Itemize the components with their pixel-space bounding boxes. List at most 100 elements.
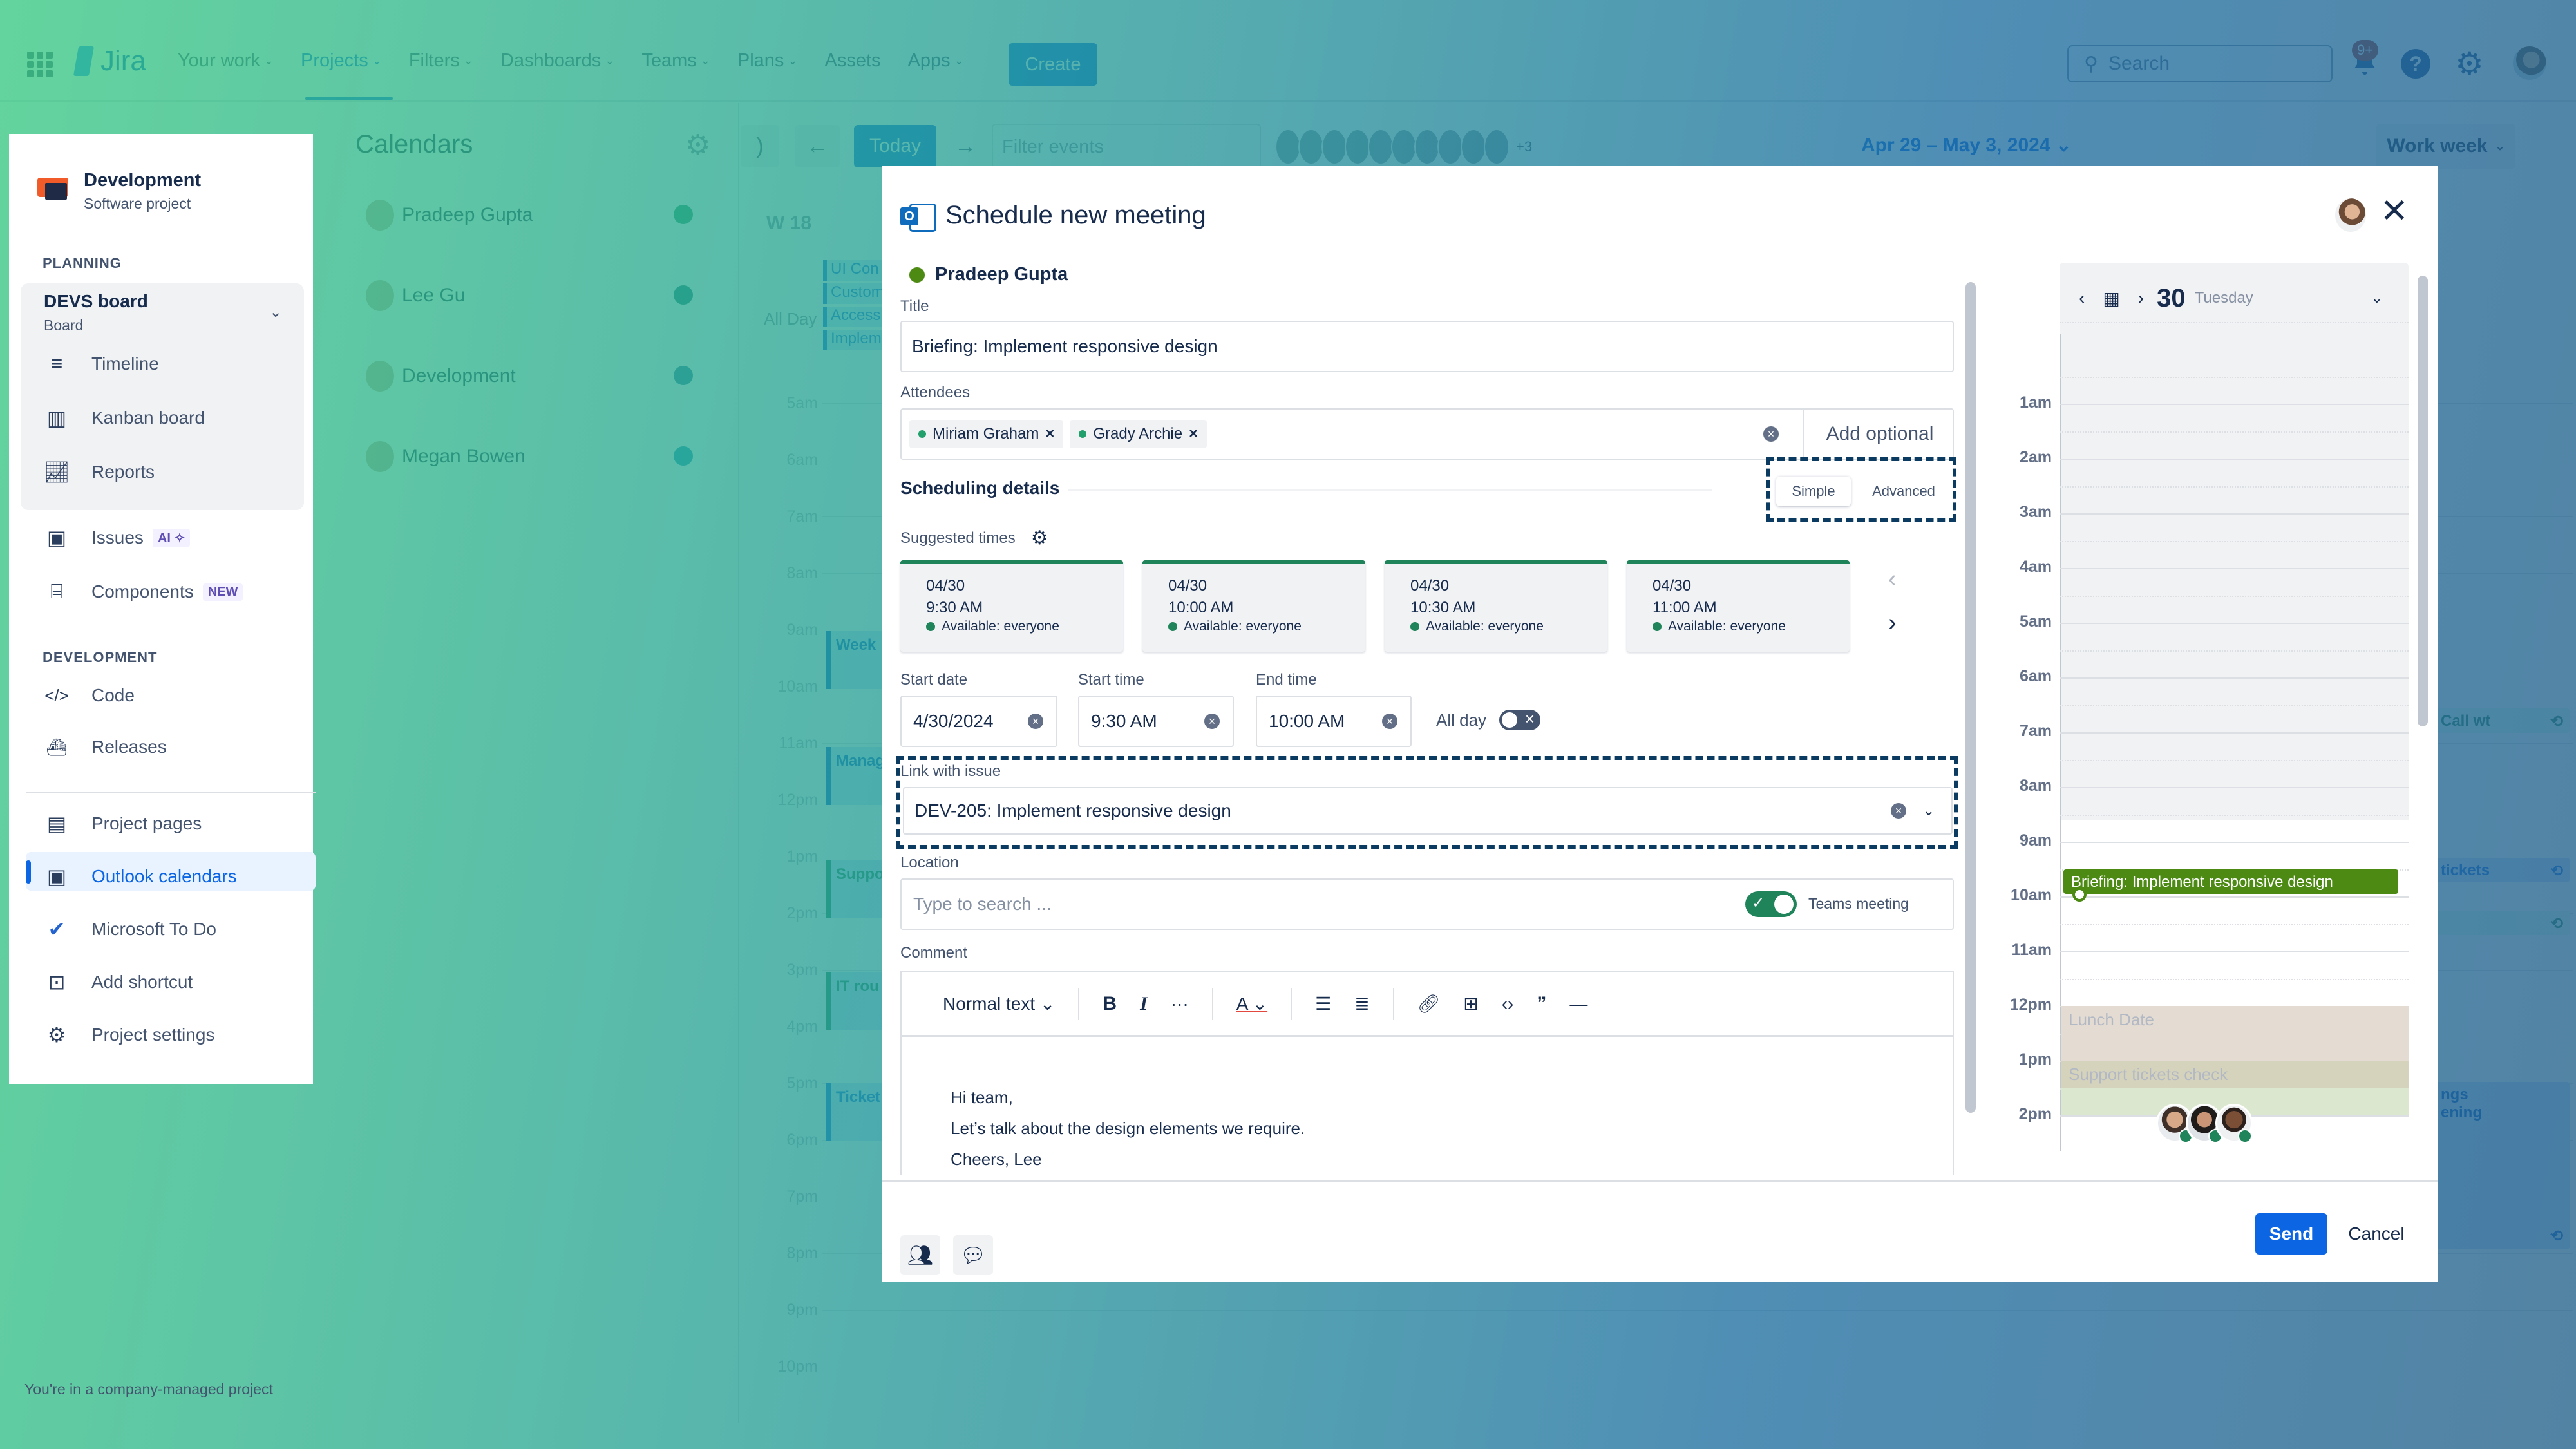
sidebar-item-reports[interactable]: 📈︎ Reports xyxy=(43,460,155,484)
chevron-down-icon[interactable]: ⌄ xyxy=(269,303,282,321)
code-icon[interactable]: ‹› xyxy=(1502,994,1514,1014)
calendar-color-dot[interactable] xyxy=(674,285,693,305)
calendar-event[interactable]: Week xyxy=(826,631,890,689)
title-input[interactable]: Briefing: Implement responsive design xyxy=(900,321,1954,372)
clear-end-time-icon[interactable]: × xyxy=(1382,714,1397,729)
calendar-entry[interactable]: Lee Gu xyxy=(366,280,465,311)
close-icon[interactable]: ✕ xyxy=(2380,194,2409,228)
next-suggestions-button[interactable]: › xyxy=(1888,609,1897,637)
nav-item-apps[interactable]: Apps ⌄ xyxy=(908,50,964,71)
suggested-time-card[interactable]: 04/30 10:00 AM Available: everyone xyxy=(1142,560,1365,652)
bold-icon[interactable]: B xyxy=(1103,993,1117,1015)
agenda-event[interactable]: Briefing: Implement responsive design xyxy=(2063,869,2398,894)
nav-item-your-work[interactable]: Your work ⌄ xyxy=(178,50,274,71)
mode-advanced-button[interactable]: Advanced xyxy=(1864,477,1944,506)
collapse-panel-button[interactable]: ) xyxy=(741,125,779,167)
sidebar-item-code[interactable]: </> Code xyxy=(43,685,135,706)
sidebar-item-components[interactable]: ⌸ Components NEW xyxy=(43,580,243,604)
sidebar-item-add-shortcut[interactable]: ⊡ Add shortcut xyxy=(43,970,193,994)
add-attendees-icon[interactable]: 👥︎ xyxy=(900,1235,940,1275)
organizer-avatar[interactable] xyxy=(2335,198,2366,232)
divider-icon[interactable]: — xyxy=(1569,994,1587,1014)
form-scrollbar[interactable] xyxy=(1965,282,1976,1113)
remove-attendee-icon[interactable]: × xyxy=(1045,425,1054,443)
next-day-icon[interactable]: › xyxy=(2138,288,2144,308)
start-date-input[interactable]: 4/30/2024 × xyxy=(900,696,1057,747)
sidebar-item-issues[interactable]: ▣ Issues AI ✧ xyxy=(43,526,191,550)
suggested-time-card[interactable]: 04/30 11:00 AM Available: everyone xyxy=(1627,560,1850,652)
attendees-input[interactable]: Miriam Graham × Grady Archie × × Add option… xyxy=(900,408,1954,460)
nav-item-projects[interactable]: Projects ⌄ xyxy=(301,50,382,71)
clear-start-time-icon[interactable]: × xyxy=(1204,714,1220,729)
calendar-event[interactable]: ⟲ xyxy=(2434,911,2570,935)
chat-icon[interactable]: 💬︎ xyxy=(953,1235,993,1275)
chevron-down-icon[interactable]: ⌄ xyxy=(2371,290,2383,307)
calendar-entry[interactable]: Development xyxy=(366,361,516,392)
sidebar-item-microsoft-to-do[interactable]: ✔ Microsoft To Do xyxy=(43,917,216,942)
app-switcher-icon[interactable] xyxy=(27,52,53,77)
sidebar-item-outlook-calendars[interactable]: ▣ Outlook calendars xyxy=(43,864,237,889)
cancel-button[interactable]: Cancel xyxy=(2340,1213,2412,1255)
all-day-event[interactable]: UI Con xyxy=(823,260,887,281)
date-range-selector[interactable]: Apr 29 – May 3, 2024 ⌄ xyxy=(1861,134,2072,156)
sidebar-item-kanban-board[interactable]: ▥ Kanban board xyxy=(43,406,205,430)
attendee-chip[interactable]: Grady Archie × xyxy=(1070,420,1208,448)
sidebar-item-releases[interactable]: ⛴︎ Releases xyxy=(43,737,166,757)
italic-icon[interactable]: I xyxy=(1140,993,1148,1015)
agenda-event[interactable]: Support tickets check xyxy=(2061,1061,2409,1088)
project-header[interactable]: Development Software project xyxy=(37,170,201,213)
attendee-chip[interactable]: Miriam Graham × xyxy=(909,420,1064,448)
calendar-event[interactable]: Suppo xyxy=(826,860,890,918)
remove-attendee-icon[interactable]: × xyxy=(1189,425,1198,443)
calendar-event[interactable]: Call wt ⟲ xyxy=(2434,708,2570,733)
sidebar-item-project-pages[interactable]: ▤ Project pages xyxy=(43,811,202,836)
calendar-event[interactable]: Ticket xyxy=(826,1083,890,1141)
comment-text[interactable]: Hi team, Let’s talk about the design elem… xyxy=(951,1082,1305,1175)
calendar-color-dot[interactable] xyxy=(674,446,693,466)
filter-events-input[interactable]: Filter events xyxy=(992,124,1261,169)
calendar-entry[interactable]: Megan Bowen xyxy=(366,441,526,472)
calendar-entry[interactable]: Pradeep Gupta xyxy=(366,200,533,231)
today-button[interactable]: Today xyxy=(854,125,936,167)
location-input[interactable]: Type to search ... Teams meeting xyxy=(900,878,1954,930)
text-style-dropdown[interactable]: Normal text ⌄ xyxy=(943,993,1055,1014)
suggested-time-card[interactable]: 04/30 10:30 AM Available: everyone xyxy=(1385,560,1607,652)
link-issue-select[interactable]: DEV-205: Implement responsive design × ⌄ xyxy=(903,787,1953,835)
search-input[interactable]: ⚲ Search xyxy=(2067,45,2333,82)
nav-item-assets[interactable]: Assets xyxy=(825,50,881,71)
attendee-avatar[interactable] xyxy=(2215,1104,2253,1143)
suggested-time-card[interactable]: 04/30 9:30 AM Available: everyone xyxy=(900,560,1123,652)
next-week-button[interactable]: → xyxy=(945,125,985,167)
chevron-down-icon[interactable]: ⌄ xyxy=(1923,802,1935,819)
all-day-event[interactable]: Custom xyxy=(823,283,887,304)
user-avatar[interactable] xyxy=(2513,46,2546,80)
numbered-list-icon[interactable]: ≣ xyxy=(1354,993,1369,1014)
jira-logo[interactable]: Jira xyxy=(71,45,146,77)
start-time-input[interactable]: 9:30 AM × xyxy=(1078,696,1234,747)
all-day-toggle[interactable] xyxy=(1499,709,1541,730)
sidebar-item-timeline[interactable]: ≡ Timeline xyxy=(43,352,159,375)
calendar-picker-icon[interactable]: ▦ xyxy=(2103,288,2119,309)
clear-attendees-icon[interactable]: × xyxy=(1763,426,1779,442)
nav-item-dashboards[interactable]: Dashboards ⌄ xyxy=(500,50,614,71)
sidebar-item-project-settings[interactable]: ⚙ Project settings xyxy=(43,1023,215,1047)
suggested-times-settings-icon[interactable]: ⚙ xyxy=(1031,527,1048,549)
agenda-event[interactable]: Lunch Date xyxy=(2061,1006,2409,1061)
event-resize-handle[interactable] xyxy=(2072,887,2087,902)
more-formatting-icon[interactable]: ··· xyxy=(1171,994,1189,1014)
link-icon[interactable]: 🔗︎ xyxy=(1417,993,1441,1014)
calendars-settings-icon[interactable]: ⚙ xyxy=(685,129,710,162)
send-button[interactable]: Send xyxy=(2255,1213,2327,1255)
calendar-color-dot[interactable] xyxy=(674,366,693,385)
quote-icon[interactable]: ” xyxy=(1537,993,1546,1015)
view-mode-dropdown[interactable]: Work week ⌄ xyxy=(2376,124,2515,169)
clear-start-date-icon[interactable]: × xyxy=(1028,714,1043,729)
teams-meeting-toggle[interactable] xyxy=(1745,891,1797,917)
end-time-input[interactable]: 10:00 AM × xyxy=(1256,696,1412,747)
calendar-event[interactable]: ngs ening ⟲ xyxy=(2434,1082,2570,1249)
all-day-event[interactable]: Implem xyxy=(823,330,887,350)
calendar-event[interactable]: Manag xyxy=(826,747,890,805)
all-day-event[interactable]: Access xyxy=(823,307,887,327)
calendar-color-dot[interactable] xyxy=(674,205,693,224)
add-optional-button[interactable]: Add optional xyxy=(1803,410,1955,459)
